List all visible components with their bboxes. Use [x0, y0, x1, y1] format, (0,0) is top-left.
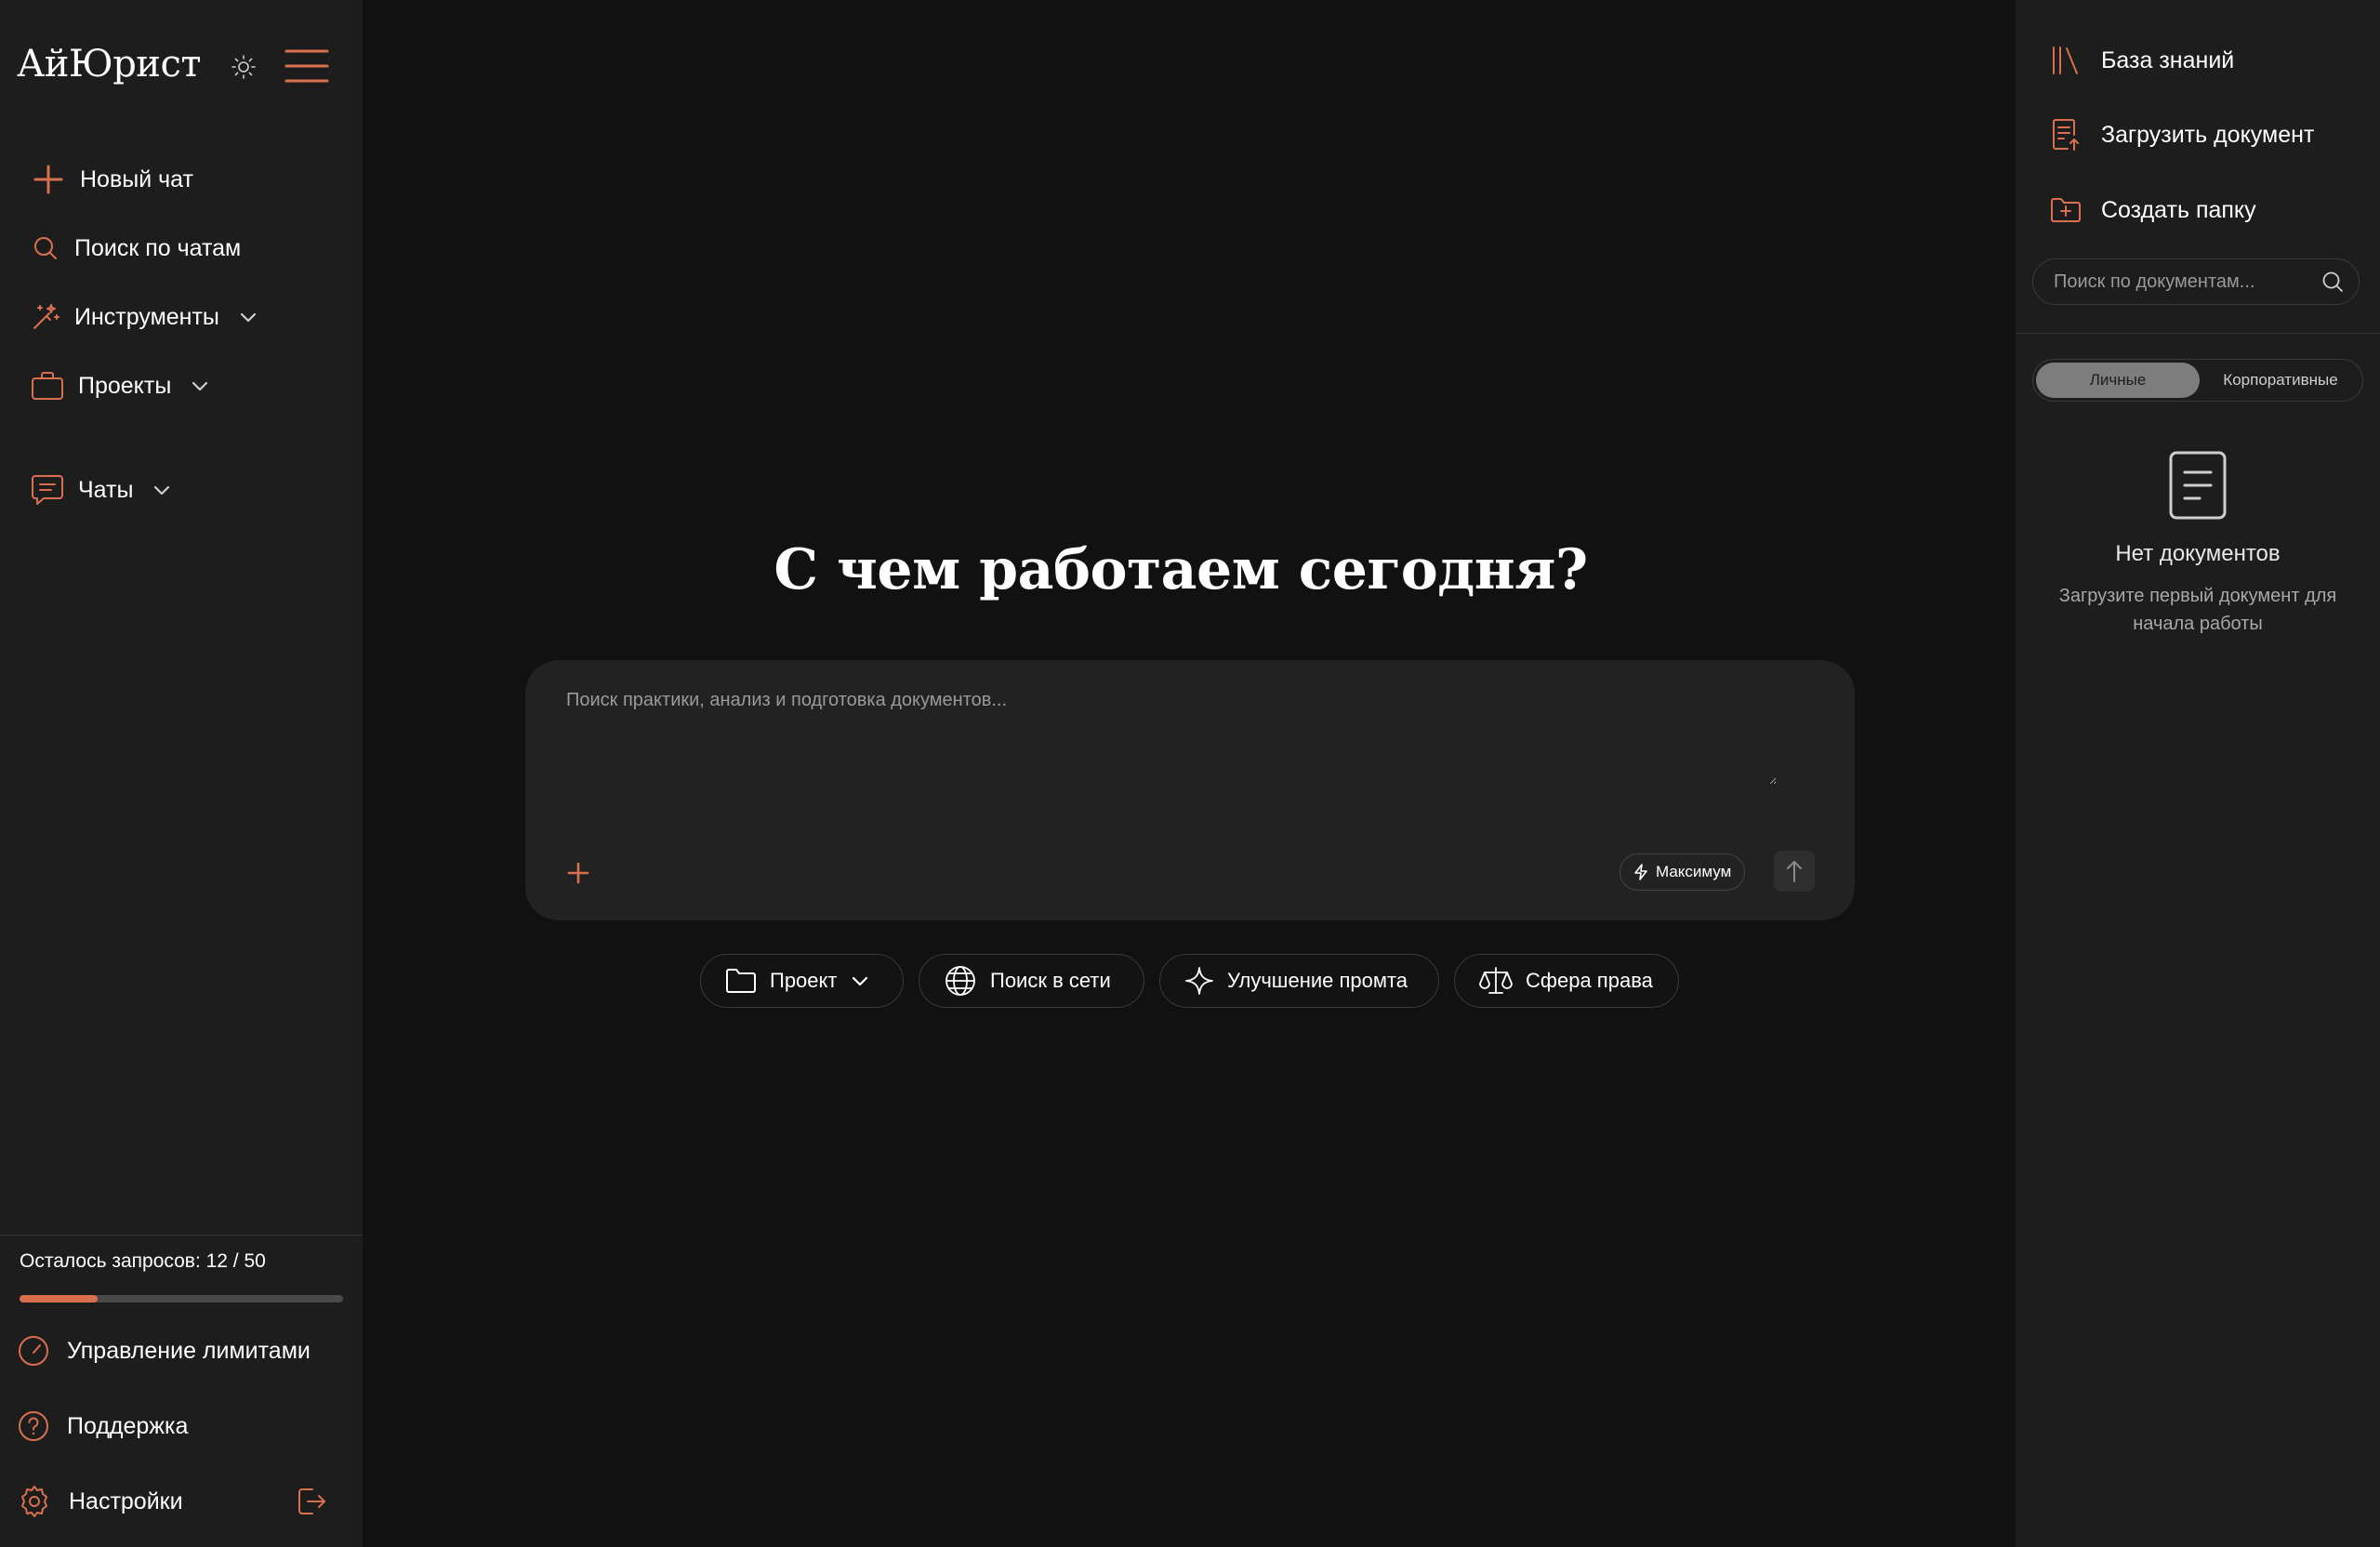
- logout-icon: [298, 1488, 325, 1514]
- hamburger-icon: [284, 49, 329, 83]
- magic-wand-icon: [30, 298, 61, 336]
- document-search-input[interactable]: [2052, 259, 2316, 304]
- empty-state-title: Нет документов: [2115, 541, 2281, 566]
- arrow-up-icon: [1787, 861, 1802, 882]
- mode-selector[interactable]: Максимум: [1620, 853, 1746, 891]
- chevron-down-icon: [853, 976, 868, 986]
- briefcase-icon: [30, 367, 65, 404]
- project-chip[interactable]: Проект: [700, 954, 904, 1008]
- page-title: С чем работаем сегодня?: [774, 537, 1588, 602]
- sparkle-icon: [1185, 967, 1213, 995]
- create-folder-label: Создать папку: [2101, 196, 2256, 223]
- sidebar-item-chats[interactable]: Чаты: [30, 467, 172, 513]
- usage-progress-bar: [20, 1295, 343, 1302]
- law-area-chip[interactable]: Сфера права: [1454, 954, 1679, 1008]
- mode-label: Максимум: [1656, 863, 1732, 880]
- chevron-down-icon: [240, 312, 256, 323]
- settings-label: Настройки: [69, 1488, 183, 1514]
- projects-label: Проекты: [78, 372, 172, 399]
- document-upload-icon: [2049, 118, 2082, 152]
- settings-button[interactable]: Настройки: [17, 1478, 183, 1525]
- improve-prompt-chip-label: Улучшение промта: [1227, 969, 1408, 992]
- manage-limits-button[interactable]: Управление лимитами: [17, 1328, 311, 1374]
- create-folder-button[interactable]: Создать папку: [2049, 187, 2256, 233]
- improve-prompt-chip[interactable]: Улучшение промта: [1159, 954, 1439, 1008]
- sidebar-item-projects[interactable]: Проекты: [30, 363, 210, 409]
- project-chip-label: Проект: [770, 969, 838, 992]
- new-chat-label: Новый чат: [80, 165, 193, 192]
- tab-personal[interactable]: Личные: [2036, 363, 2200, 398]
- upload-document-button[interactable]: Загрузить документ: [2049, 112, 2314, 158]
- search-chats-button[interactable]: Поиск по чатам: [30, 225, 241, 271]
- sidebar-item-tools[interactable]: Инструменты: [30, 294, 258, 340]
- lightning-icon: [1634, 864, 1647, 880]
- plus-icon: [567, 862, 589, 884]
- usage-progress-fill: [20, 1295, 98, 1302]
- empty-state-subtitle: Загрузите первый документ для начала раб…: [2058, 586, 2337, 634]
- usage-divider: [0, 1235, 363, 1236]
- search-icon[interactable]: [2321, 271, 2344, 293]
- chat-composer: Максимум: [525, 660, 1855, 920]
- chats-label: Чаты: [78, 476, 134, 503]
- right-panel: База знаний Загрузить документ Создать п…: [2016, 0, 2380, 1547]
- tools-label: Инструменты: [74, 303, 219, 330]
- usage-counter: Осталось запросов: 12 / 50: [20, 1250, 266, 1272]
- attach-button[interactable]: [561, 855, 596, 891]
- panel-divider: [2016, 333, 2380, 334]
- library-icon: [2049, 44, 2082, 77]
- app-logo: АйЮрист: [17, 43, 201, 86]
- theme-toggle-button[interactable]: [231, 54, 257, 80]
- web-search-chip[interactable]: Поиск в сети: [919, 954, 1144, 1008]
- document-icon: [2169, 451, 2227, 520]
- folder-plus-icon: [2049, 193, 2082, 227]
- law-area-chip-label: Сфера права: [1526, 969, 1653, 992]
- scales-icon: [1479, 967, 1513, 994]
- support-label: Поддержка: [67, 1412, 189, 1439]
- left-sidebar: АйЮрист Новый чат Поиск по чатам Инструм…: [0, 0, 363, 1547]
- search-chats-label: Поиск по чатам: [74, 234, 242, 261]
- gauge-icon: [19, 1336, 48, 1366]
- new-chat-button[interactable]: Новый чат: [30, 156, 193, 203]
- web-search-chip-label: Поиск в сети: [990, 969, 1111, 992]
- chevron-down-icon: [192, 381, 208, 391]
- document-search: [2032, 258, 2360, 305]
- chevron-down-icon: [154, 485, 170, 496]
- chat-bubble-icon: [30, 471, 65, 509]
- plus-icon: [30, 161, 67, 198]
- upload-document-label: Загрузить документ: [2101, 121, 2315, 148]
- manage-limits-label: Управление лимитами: [67, 1337, 311, 1364]
- help-circle-icon: [19, 1411, 48, 1441]
- tab-corporate[interactable]: Корпоративные: [2201, 363, 2360, 398]
- knowledge-base-button[interactable]: База знаний: [2049, 37, 2234, 84]
- chat-input[interactable]: [564, 688, 1777, 785]
- send-button[interactable]: [1774, 851, 1815, 892]
- gear-icon: [21, 1486, 47, 1517]
- document-scope-toggle: Личные Корпоративные: [2032, 359, 2363, 402]
- menu-toggle-button[interactable]: [284, 46, 329, 86]
- sun-icon: [231, 55, 256, 79]
- logout-button[interactable]: [294, 1484, 329, 1519]
- globe-icon: [945, 966, 975, 996]
- knowledge-base-label: База знаний: [2101, 46, 2235, 73]
- folder-icon: [726, 969, 756, 993]
- search-icon: [30, 230, 61, 267]
- support-button[interactable]: Поддержка: [17, 1403, 188, 1449]
